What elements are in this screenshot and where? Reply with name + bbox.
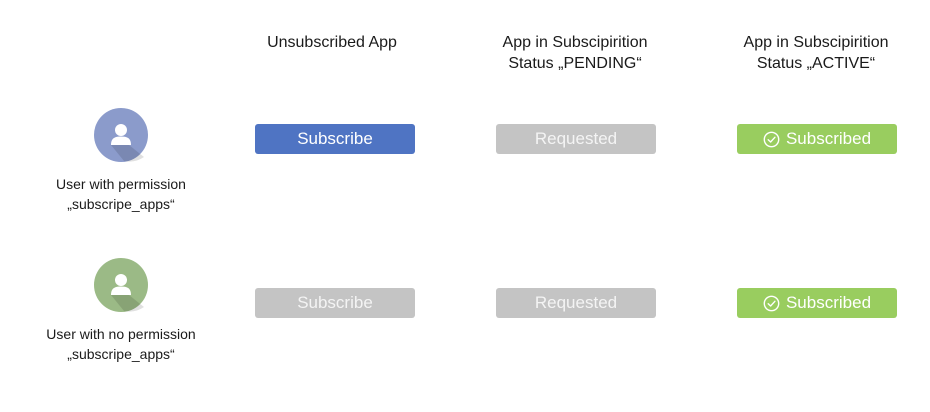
user-avatar-icon	[94, 108, 148, 162]
check-circle-icon	[763, 295, 780, 312]
requested-button[interactable]: Requested	[496, 124, 656, 154]
subscribe-button-disabled[interactable]: Subscribe	[255, 288, 415, 318]
subscribe-button-label: Subscribe	[297, 129, 373, 148]
subscribe-button[interactable]: Subscribe	[255, 124, 415, 154]
user-silhouette-icon	[111, 124, 144, 162]
user-label-with-permission: User with permission „subscripe_apps“	[56, 176, 186, 212]
column-header-active: App in Subscipirition Status „ACTIVE“	[743, 34, 889, 72]
subscribed-button[interactable]: Subscribed	[737, 288, 897, 318]
check-circle-icon	[763, 131, 780, 148]
requested-button-label: Requested	[534, 293, 618, 312]
subscribed-button-label: Subscribed	[785, 129, 872, 148]
user-silhouette-icon	[111, 274, 144, 312]
requested-button-label: Requested	[534, 129, 618, 148]
requested-button[interactable]: Requested	[496, 288, 656, 318]
subscribe-button-label: Subscribe	[297, 293, 373, 312]
subscribed-button[interactable]: Subscribed	[737, 124, 897, 154]
user-avatar-icon	[94, 258, 148, 312]
column-header-unsubscribed: Unsubscribed App	[267, 34, 397, 51]
subscribed-button-label: Subscribed	[785, 293, 872, 312]
column-header-pending: App in Subscipirition Status „PENDING“	[502, 34, 648, 72]
user-label-no-permission: User with no permission „subscripe_apps“	[46, 326, 196, 362]
